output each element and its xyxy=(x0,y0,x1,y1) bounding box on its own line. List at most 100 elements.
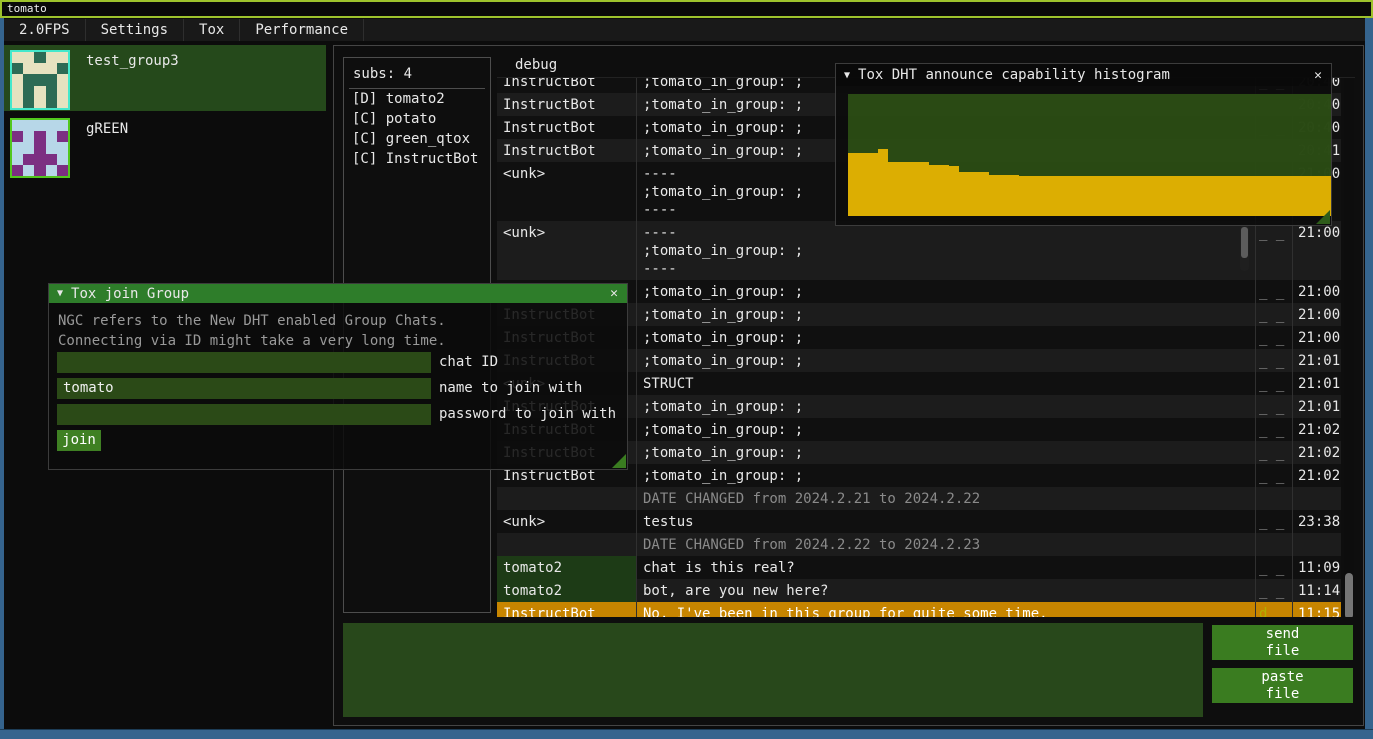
histogram-bar xyxy=(1039,176,1049,216)
histogram-bar xyxy=(999,175,1009,216)
message-time: 23:38 xyxy=(1292,510,1341,533)
histogram-bar xyxy=(1291,176,1301,216)
paste-file-button[interactable]: paste file xyxy=(1212,668,1353,703)
message-time: 21:02 xyxy=(1292,441,1341,464)
message-scrollbar[interactable] xyxy=(1240,225,1249,271)
close-icon[interactable]: ✕ xyxy=(610,286,627,301)
subs-count-label: subs: 4 xyxy=(344,58,490,88)
message-time: 21:02 xyxy=(1292,418,1341,441)
histogram-bar xyxy=(1180,176,1190,216)
member-item-InstructBot[interactable]: [C] InstructBot xyxy=(344,149,490,169)
message-time: 11:15 xyxy=(1292,602,1341,617)
avatar-pixel xyxy=(12,120,23,131)
avatar-pixel xyxy=(46,97,57,108)
avatar-pixel xyxy=(23,154,34,165)
message-text: ;tomato_in_group: ; xyxy=(636,418,1255,441)
join-button[interactable]: join xyxy=(57,430,101,451)
avatar-pixel xyxy=(34,131,45,142)
message-status: _ _ xyxy=(1255,556,1292,579)
avatar-pixel xyxy=(12,63,23,74)
avatar-pixel xyxy=(46,86,57,97)
ngc-info-line: NGC refers to the New DHT enabled Group … xyxy=(58,311,446,331)
group-item-gREEN[interactable]: gREEN xyxy=(4,113,326,179)
member-item-tomato2[interactable]: [D] tomato2 xyxy=(344,89,490,109)
avatar-pixel xyxy=(12,97,23,108)
message-text: ---- ;tomato_in_group: ; ---- xyxy=(636,221,1255,280)
avatar-pixel xyxy=(34,154,45,165)
message-input[interactable] xyxy=(343,623,1203,717)
dht-histogram-titlebar[interactable]: ▼ Tox DHT announce capability histogram … xyxy=(836,64,1331,86)
chat-message-row[interactable]: <unk>---- ;tomato_in_group: ; ----_ _21:… xyxy=(497,221,1341,280)
message-author: InstructBot xyxy=(497,139,636,162)
chat-message-row[interactable]: InstructBotNo, I've been in this group f… xyxy=(497,602,1341,617)
chat-message-row[interactable]: tomato2chat is this real?_ _11:09 xyxy=(497,556,1341,579)
histogram-bar xyxy=(1090,176,1100,216)
avatar-pixel xyxy=(23,74,34,85)
avatar-pixel xyxy=(57,131,68,142)
histogram-bar xyxy=(1170,176,1180,216)
message-author: tomato2 xyxy=(497,579,636,602)
message-author: <unk> xyxy=(497,221,636,280)
message-status: _ _ xyxy=(1255,303,1292,326)
window-border-right xyxy=(1365,18,1373,739)
message-scrollbar-thumb[interactable] xyxy=(1241,227,1248,258)
histogram-bar xyxy=(1230,176,1240,216)
message-time: 21:01 xyxy=(1292,349,1341,372)
chat-id-field[interactable] xyxy=(57,352,431,373)
send-file-button[interactable]: send file xyxy=(1212,625,1353,660)
join-password-field[interactable] xyxy=(57,404,431,425)
histogram-bar xyxy=(1130,176,1140,216)
histogram-bar xyxy=(868,153,878,216)
close-icon[interactable]: ✕ xyxy=(1314,68,1331,83)
join-group-titlebar[interactable]: ▼ Tox join Group ✕ xyxy=(49,284,627,303)
histogram-bar xyxy=(1069,176,1079,216)
member-item-green_qtox[interactable]: [C] green_qtox xyxy=(344,129,490,149)
avatar-pixel xyxy=(46,120,57,131)
date-changed-row[interactable]: DATE CHANGED from 2024.2.21 to 2024.2.22 xyxy=(497,487,1341,510)
message-status: _ _ xyxy=(1255,464,1292,487)
message-author: InstructBot xyxy=(497,77,636,93)
message-text: ;tomato_in_group: ; xyxy=(636,395,1255,418)
chat-message-row[interactable]: tomato2bot, are you new here?_ _11:14 xyxy=(497,579,1341,602)
histogram-bar xyxy=(858,153,868,216)
message-time: 21:02 xyxy=(1292,464,1341,487)
avatar-pixel xyxy=(34,74,45,85)
collapse-arrow-icon[interactable]: ▼ xyxy=(49,288,71,299)
chat-scrollbar[interactable] xyxy=(1344,78,1354,617)
menu-item-tox[interactable]: Tox xyxy=(184,19,240,41)
collapse-arrow-icon[interactable]: ▼ xyxy=(836,70,858,81)
menu-item-performance[interactable]: Performance xyxy=(240,19,364,41)
resize-grip[interactable] xyxy=(1316,210,1330,224)
date-changed-row[interactable]: DATE CHANGED from 2024.2.22 to 2024.2.23 xyxy=(497,533,1341,556)
message-author: <unk> xyxy=(497,510,636,533)
chat-id-label: chat ID xyxy=(439,352,498,373)
group-item-test_group3[interactable]: test_group3 xyxy=(4,45,326,111)
message-text: testus xyxy=(636,510,1255,533)
tab-debug-label: debug xyxy=(497,57,557,73)
avatar-pixel xyxy=(12,142,23,153)
avatar-pixel xyxy=(12,165,23,176)
avatar-pixel xyxy=(23,63,34,74)
chat-scrollbar-thumb[interactable] xyxy=(1345,573,1353,617)
window-titlebar[interactable]: tomato xyxy=(0,0,1373,18)
histogram-bar xyxy=(878,149,888,216)
message-time xyxy=(1292,487,1341,510)
message-status: _ _ xyxy=(1255,349,1292,372)
message-text: ;tomato_in_group: ; xyxy=(636,464,1255,487)
avatar-pixel xyxy=(57,142,68,153)
chat-message-row[interactable]: <unk>testus_ _23:38 xyxy=(497,510,1341,533)
dht-capability-histogram xyxy=(848,94,1331,216)
avatar-pixel xyxy=(23,142,34,153)
window-title: tomato xyxy=(7,2,47,15)
menu-item-settings[interactable]: Settings xyxy=(86,19,184,41)
avatar-pixel xyxy=(12,131,23,142)
group-avatar xyxy=(10,118,70,178)
join-name-field[interactable]: tomato xyxy=(57,378,431,399)
message-text: ;tomato_in_group: ; xyxy=(636,280,1255,303)
histogram-bar xyxy=(949,166,959,216)
avatar-pixel xyxy=(46,52,57,63)
histogram-bar xyxy=(989,175,999,216)
histogram-bar xyxy=(1019,176,1029,216)
member-item-potato[interactable]: [C] potato xyxy=(344,109,490,129)
resize-grip[interactable] xyxy=(612,454,626,468)
